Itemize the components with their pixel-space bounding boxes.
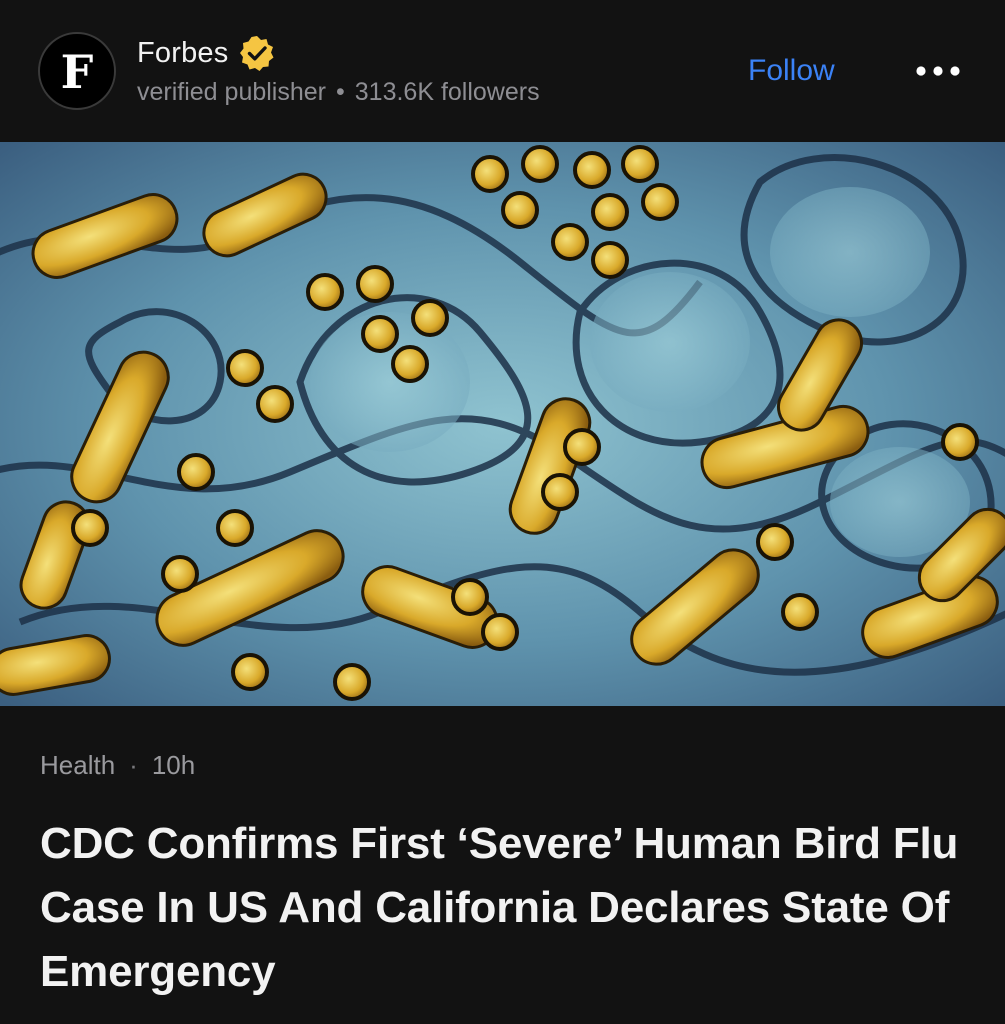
- publisher-header: F Forbes verified publisher • 313.6K fol…: [0, 0, 1005, 142]
- article-category[interactable]: Health: [40, 750, 115, 781]
- publisher-avatar[interactable]: F: [38, 32, 116, 110]
- article-hero-image[interactable]: [0, 142, 1005, 706]
- article-time: 10h: [151, 750, 196, 780]
- publisher-status: verified publisher: [137, 78, 326, 106]
- verified-badge-icon: [238, 34, 276, 72]
- publisher-meta: verified publisher • 313.6K followers: [137, 78, 540, 107]
- publisher-followers: 313.6K followers: [354, 78, 540, 106]
- publisher-name[interactable]: Forbes: [137, 37, 228, 70]
- meta-separator: •: [336, 78, 345, 106]
- article-headline[interactable]: CDC Confirms First ‘Severe’ Human Bird F…: [40, 812, 970, 1004]
- publisher-name-row: Forbes: [137, 30, 276, 76]
- publisher-logo-letter: F: [60, 45, 94, 99]
- meta-separator: ·: [129, 750, 138, 780]
- more-options-button[interactable]: [905, 50, 971, 92]
- article-meta: Health · 10h: [40, 750, 195, 781]
- more-horizontal-icon: [916, 66, 960, 76]
- follow-button[interactable]: Follow: [740, 48, 843, 94]
